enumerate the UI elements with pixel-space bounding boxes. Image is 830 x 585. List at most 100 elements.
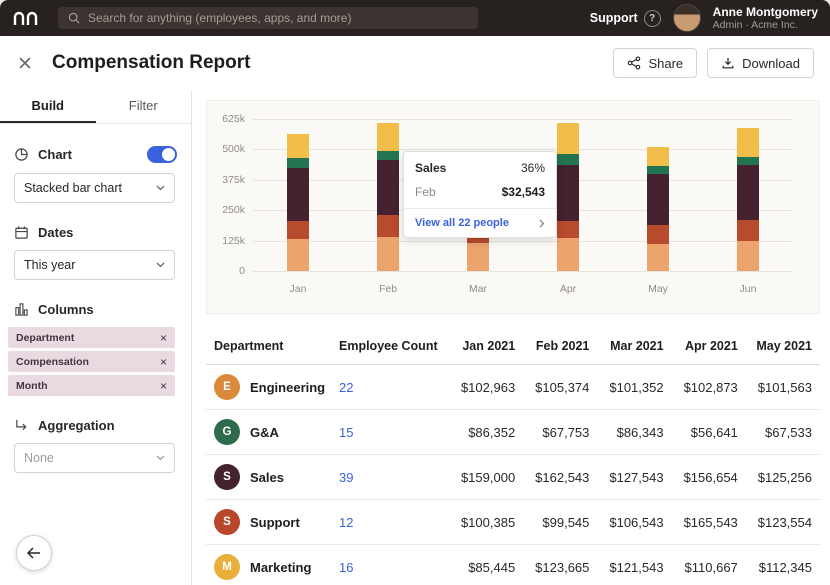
- column-header: Mar 2021: [589, 339, 663, 353]
- share-button[interactable]: Share: [613, 48, 697, 78]
- compensation-value: $86,343: [589, 425, 663, 440]
- dates-select[interactable]: This year: [14, 250, 175, 280]
- bar-segment-ga[interactable]: [557, 154, 579, 165]
- bar-jun[interactable]: [737, 119, 759, 271]
- tooltip-view-all-link[interactable]: View all 22 people: [404, 208, 556, 237]
- remove-icon[interactable]: ×: [160, 332, 167, 344]
- bar-segment-engineering[interactable]: [647, 244, 669, 271]
- stacked-bar-chart: 625k500k375k250k125k0 JanFebMarAprMayJun…: [206, 100, 820, 314]
- column-pill-month[interactable]: Month ×: [8, 375, 175, 396]
- y-axis-label: 375k: [222, 174, 245, 186]
- back-button[interactable]: [16, 535, 52, 571]
- close-icon[interactable]: [16, 54, 34, 72]
- pill-label: Month: [16, 380, 48, 392]
- bar-segment-engineering[interactable]: [377, 237, 399, 271]
- column-header: Employee Count: [339, 339, 441, 353]
- compensation-value: $85,445: [441, 560, 515, 575]
- bar-segment-support[interactable]: [377, 215, 399, 237]
- search-icon: [68, 12, 80, 24]
- rippling-logo-icon: [12, 10, 42, 26]
- bar-segment-support[interactable]: [647, 225, 669, 244]
- employee-count-link[interactable]: 15: [339, 425, 441, 440]
- user-info[interactable]: Anne Montgomery Admin · Acme Inc.: [713, 5, 818, 32]
- bar-segment-support[interactable]: [287, 221, 309, 239]
- bar-apr[interactable]: [557, 119, 579, 271]
- app-window: Search for anything (employees, apps, an…: [0, 0, 830, 585]
- bar-feb[interactable]: [377, 119, 399, 271]
- bar-segment-engineering[interactable]: [557, 238, 579, 271]
- employee-count-link[interactable]: 39: [339, 470, 441, 485]
- chart-type-value: Stacked bar chart: [24, 181, 122, 195]
- tab-filter[interactable]: Filter: [96, 90, 192, 123]
- bar-segment-ga[interactable]: [287, 158, 309, 168]
- aggregation-value: None: [24, 451, 54, 465]
- global-search-input[interactable]: Search for anything (employees, apps, an…: [58, 7, 478, 29]
- compensation-value: $156,654: [664, 470, 738, 485]
- column-pills: Department× Compensation × Month ×: [8, 327, 175, 396]
- bar-segment-marketing[interactable]: [737, 128, 759, 156]
- x-axis: JanFebMarAprMayJun: [253, 283, 793, 295]
- chevron-down-icon: [156, 262, 165, 268]
- bar-segment-ga[interactable]: [377, 151, 399, 161]
- bar-segment-support[interactable]: [557, 221, 579, 238]
- compensation-value: $67,533: [738, 425, 812, 440]
- rippling-logo[interactable]: [12, 10, 42, 26]
- bar-segment-sales[interactable]: [647, 174, 669, 225]
- content: BuildFilter Chart Stacked bar chart Date…: [0, 90, 830, 585]
- topbar: Search for anything (employees, apps, an…: [0, 0, 830, 36]
- download-button[interactable]: Download: [707, 48, 814, 78]
- aggregation-select[interactable]: None: [14, 443, 175, 473]
- compensation-value: $123,665: [515, 560, 589, 575]
- chart-type-select[interactable]: Stacked bar chart: [14, 173, 175, 203]
- compensation-value: $86,352: [441, 425, 515, 440]
- avatar[interactable]: [673, 4, 701, 32]
- table-row: MMarketing16$85,445$123,665$121,543$110,…: [206, 545, 820, 585]
- bar-segment-sales[interactable]: [377, 160, 399, 215]
- employee-count-link[interactable]: 22: [339, 380, 441, 395]
- bar-jan[interactable]: [287, 119, 309, 271]
- tab-build[interactable]: Build: [0, 90, 96, 123]
- department-cell: SSales: [214, 464, 339, 490]
- bar-segment-engineering[interactable]: [467, 243, 489, 271]
- compensation-value: $102,873: [664, 380, 738, 395]
- column-pill-department[interactable]: Department×: [8, 327, 175, 348]
- bar-segment-engineering[interactable]: [287, 239, 309, 271]
- support-link[interactable]: Support ?: [590, 10, 661, 27]
- x-axis-label: Feb: [343, 283, 433, 295]
- column-header: May 2021: [738, 339, 812, 353]
- bar-may[interactable]: [647, 119, 669, 271]
- department-avatar: E: [214, 374, 240, 400]
- y-axis-label: 125k: [222, 235, 245, 247]
- pill-label: Compensation: [16, 356, 89, 368]
- bar-segment-sales[interactable]: [287, 168, 309, 222]
- column-pill-compensation[interactable]: Compensation ×: [8, 351, 175, 372]
- bar-segment-marketing[interactable]: [557, 123, 579, 155]
- bar-segment-engineering[interactable]: [737, 241, 759, 271]
- bar-segment-ga[interactable]: [647, 166, 669, 173]
- compensation-value: $121,543: [589, 560, 663, 575]
- bar-segment-sales[interactable]: [737, 165, 759, 220]
- employee-count-link[interactable]: 12: [339, 515, 441, 530]
- dates-section-label: Dates: [38, 225, 73, 240]
- bar-segment-ga[interactable]: [737, 157, 759, 166]
- bar-segment-marketing[interactable]: [287, 134, 309, 158]
- tooltip-link-label: View all 22 people: [415, 217, 509, 229]
- department-cell: SSupport: [214, 509, 339, 535]
- compensation-value: $100,385: [441, 515, 515, 530]
- chart-toggle[interactable]: [147, 146, 177, 163]
- bar-segment-marketing[interactable]: [647, 147, 669, 166]
- compensation-value: $67,753: [515, 425, 589, 440]
- department-name: Sales: [250, 470, 284, 485]
- department-name: Engineering: [250, 380, 325, 395]
- bar-segment-support[interactable]: [737, 220, 759, 241]
- compensation-value: $110,667: [664, 560, 738, 575]
- remove-icon[interactable]: ×: [160, 380, 167, 392]
- table-row: SSales39$159,000$162,543$127,543$156,654…: [206, 455, 820, 500]
- search-placeholder: Search for anything (employees, apps, an…: [88, 11, 351, 25]
- remove-icon[interactable]: ×: [160, 356, 167, 368]
- bar-segment-sales[interactable]: [557, 165, 579, 221]
- support-label: Support: [590, 11, 638, 25]
- tooltip-value: $32,543: [502, 185, 545, 199]
- employee-count-link[interactable]: 16: [339, 560, 441, 575]
- bar-segment-marketing[interactable]: [377, 123, 399, 151]
